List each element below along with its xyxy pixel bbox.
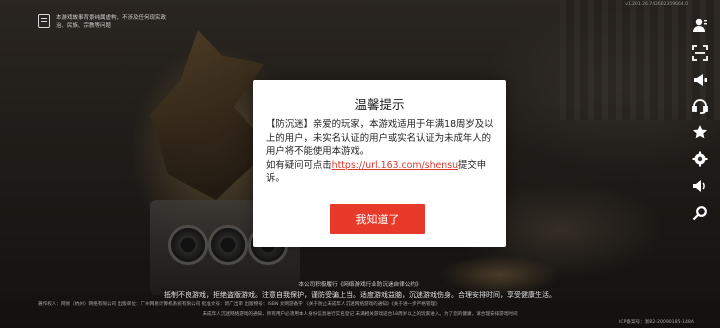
legal-footer: 本公司积极履行《网络游戏行业防沉迷自律公约》 抵制不良游戏，拒绝盗版游戏。注意自… — [0, 266, 720, 328]
star-icon[interactable] — [691, 123, 709, 141]
age-rating-icon — [38, 14, 50, 28]
footer-line-1: 本公司积极履行《网络游戏行业防沉迷自律公约》 — [298, 282, 422, 288]
user-icon[interactable] — [691, 16, 709, 34]
scan-icon[interactable] — [691, 44, 709, 62]
version-text: v1.201.26.742602359664.0 — [625, 2, 688, 7]
dialog-title: 温馨提示 — [354, 97, 405, 112]
icp-number: ICP备案号：浙B2-20090185-148A — [619, 320, 694, 325]
customer-service-icon[interactable] — [691, 97, 709, 115]
dialog-message: 【防沉迷】亲爱的玩家，本游戏适用于年满18周岁及以上的用户，未实名认证的用户或实… — [266, 119, 494, 158]
acknowledge-button[interactable]: 我知道了 — [330, 204, 425, 234]
top-notice: 本游戏故事背景纯属虚构，不涉及任何现实政治、民族、宗教等问题 — [38, 14, 166, 30]
footer-line-3: 著作权人：网易（杭州）网络有限公司 出版单位：广州网易计算机系统有限公司 批准文… — [38, 302, 440, 307]
dialog-query-text: 如有疑问可点击 — [266, 159, 332, 171]
footer-line-4: 未成年人沉迷网络游戏的通知，所有用户必须用本人身份信息进行实名登记 未满相关游戏… — [202, 312, 518, 317]
appeal-link[interactable]: https://url.163.com/shensu — [332, 160, 458, 171]
footer-line-2: 抵制不良游戏，拒绝盗版游戏。注意自我保护，谨防受骗上当。适度游戏益脑，沉迷游戏伤… — [164, 291, 556, 299]
sound-icon[interactable] — [691, 177, 709, 195]
search-icon[interactable] — [691, 204, 709, 222]
announcement-icon[interactable] — [691, 71, 709, 89]
dialog-body: 【防沉迷】亲爱的玩家，本游戏适用于年满18周岁及以上的用户，未实名认证的用户或实… — [266, 118, 494, 186]
anti-addiction-dialog: 温馨提示 【防沉迷】亲爱的玩家，本游戏适用于年满18周岁及以上的用户，未实名认证… — [253, 80, 506, 247]
settings-icon[interactable] — [691, 150, 709, 168]
top-notice-text: 本游戏故事背景纯属虚构，不涉及任何现实政治、民族、宗教等问题 — [56, 15, 167, 29]
right-sidebar — [674, 10, 720, 230]
